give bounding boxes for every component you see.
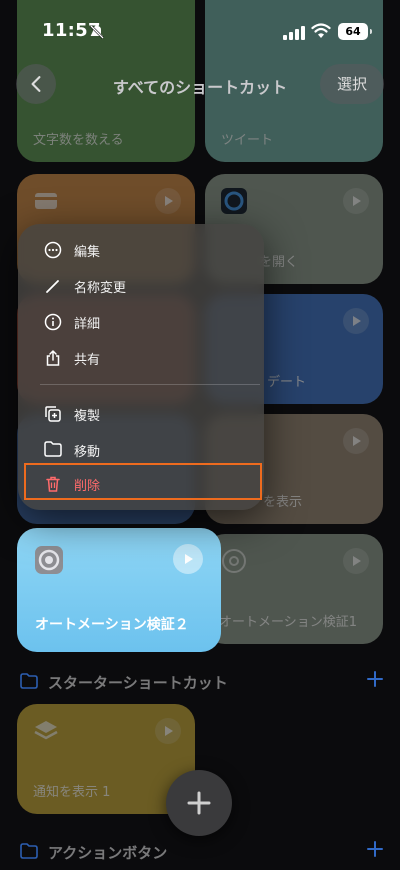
credit-card-icon	[33, 188, 59, 214]
folder-icon	[44, 441, 62, 459]
pencil-icon	[44, 277, 62, 295]
menu-item-label: 詳細	[74, 317, 101, 332]
menu-item-label: 名称変更	[74, 281, 127, 296]
play-button[interactable]	[155, 188, 181, 214]
highlight-box	[24, 463, 262, 500]
card-label: ツイート	[221, 133, 274, 148]
section-action-button[interactable]: アクションボタン	[20, 840, 390, 864]
cellular-signal-icon	[283, 25, 305, 40]
folder-icon	[20, 843, 38, 859]
card-label: を開く	[259, 255, 299, 270]
wifi-icon	[311, 23, 331, 39]
section-title: スターターショートカット	[48, 674, 228, 692]
play-button[interactable]	[173, 544, 203, 574]
ellipsis-circle-icon	[44, 241, 62, 259]
add-shortcut-button[interactable]	[166, 770, 232, 836]
card-label: デート	[267, 375, 307, 390]
bell-slash-icon	[89, 24, 105, 40]
section-title: アクションボタン	[48, 844, 168, 862]
menu-item-label: 複製	[74, 409, 101, 424]
menu-divider	[40, 384, 260, 385]
add-icon[interactable]	[366, 670, 384, 688]
navigation-bar: すべてのショートカット 選択	[0, 58, 400, 110]
app-icon	[221, 188, 247, 214]
play-button[interactable]	[343, 428, 369, 454]
card-label: 文字数を数える	[33, 133, 124, 148]
info-circle-icon	[44, 313, 62, 331]
section-starter-shortcuts[interactable]: スターターショートカット	[20, 670, 390, 694]
play-button[interactable]	[343, 308, 369, 334]
settings-gear-icon	[221, 548, 247, 574]
menu-item-details[interactable]: 詳細	[18, 304, 264, 340]
play-button[interactable]	[343, 188, 369, 214]
menu-item-label: 編集	[74, 245, 101, 260]
settings-app-icon	[35, 546, 63, 574]
menu-item-share[interactable]: 共有	[18, 340, 264, 376]
card-label: オートメーション検証1	[219, 615, 358, 630]
select-button[interactable]: 選択	[320, 64, 384, 104]
status-bar: 11:57 64	[0, 0, 400, 56]
menu-item-label: 共有	[74, 353, 101, 368]
card-label: オートメーション検証２	[35, 617, 189, 633]
folder-icon	[20, 673, 38, 689]
menu-item-label: 移動	[74, 445, 101, 460]
shortcut-card-automation-1[interactable]: オートメーション検証1	[205, 534, 383, 644]
layers-icon	[33, 718, 59, 744]
menu-item-duplicate[interactable]: 複製	[18, 396, 264, 432]
menu-item-rename[interactable]: 名称変更	[18, 268, 264, 304]
plus-icon	[187, 791, 211, 815]
shortcuts-screen: 文字数を数える ツイート を開く デート を表示 オートメーション検証1 オート…	[0, 0, 400, 870]
card-label: 通知を表示 1	[33, 785, 111, 800]
battery-indicator: 64	[338, 23, 372, 40]
play-button[interactable]	[155, 718, 181, 744]
play-button[interactable]	[343, 548, 369, 574]
card-label: を表示	[263, 495, 303, 510]
shortcut-card-automation-2[interactable]: オートメーション検証２	[17, 528, 221, 652]
menu-item-edit[interactable]: 編集	[18, 232, 264, 268]
share-icon	[44, 349, 62, 367]
duplicate-icon	[44, 405, 62, 423]
add-icon[interactable]	[366, 840, 384, 858]
